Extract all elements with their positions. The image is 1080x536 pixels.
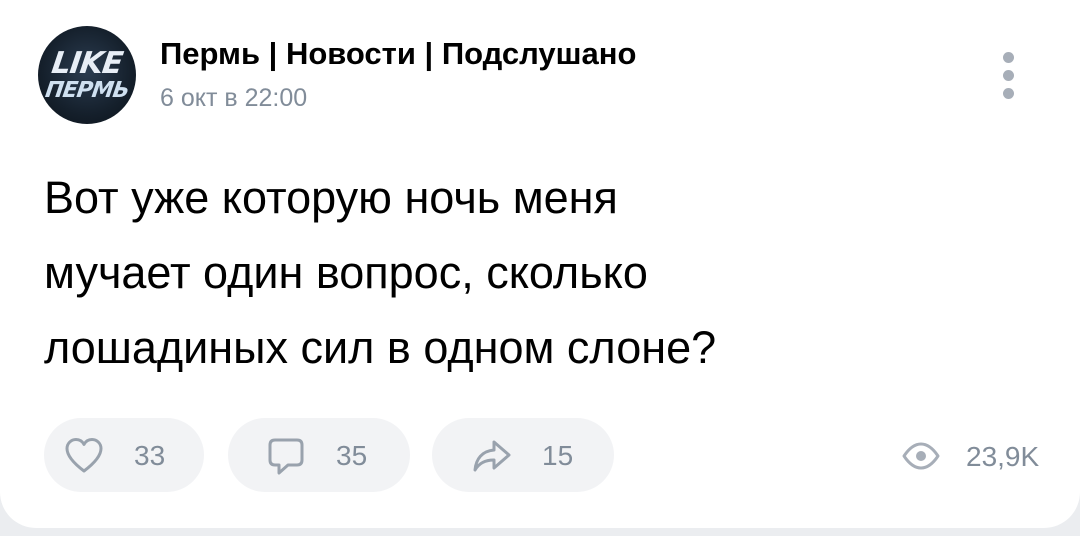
comment-count: 35: [336, 440, 368, 471]
comment-button[interactable]: 35: [228, 418, 410, 492]
post-text-line: Вот уже которую ночь меня: [44, 172, 618, 223]
heart-icon: [65, 438, 103, 473]
views-count: 23,9K: [966, 441, 1040, 472]
more-vertical-icon[interactable]: [994, 50, 1024, 100]
like-count: 33: [134, 440, 166, 471]
post-text-line: лошадиных сил в одном слоне?: [44, 322, 717, 373]
avatar-logo-line1: LIKE: [49, 46, 125, 81]
author-name[interactable]: Пермь | Новости | Подслушано: [160, 36, 636, 72]
post-text-line: мучает один вопрос, сколько: [44, 247, 648, 298]
post-date[interactable]: 6 окт в 22:00: [160, 84, 307, 113]
views-indicator: 23,9K: [896, 436, 1046, 476]
comment-icon: [268, 438, 304, 475]
like-button[interactable]: 33: [44, 418, 204, 492]
share-count: 15: [542, 440, 574, 471]
post-card: LIKE ПЕРМЬ Пермь | Новости | Подслушано …: [0, 0, 1080, 528]
eye-icon: [902, 442, 940, 470]
share-icon: [473, 440, 511, 472]
post-text: Вот уже которую ночь меня мучает один во…: [44, 160, 1044, 385]
avatar[interactable]: LIKE ПЕРМЬ: [38, 26, 136, 124]
avatar-logo-line2: ПЕРМЬ: [43, 78, 131, 103]
share-button[interactable]: 15: [432, 418, 614, 492]
